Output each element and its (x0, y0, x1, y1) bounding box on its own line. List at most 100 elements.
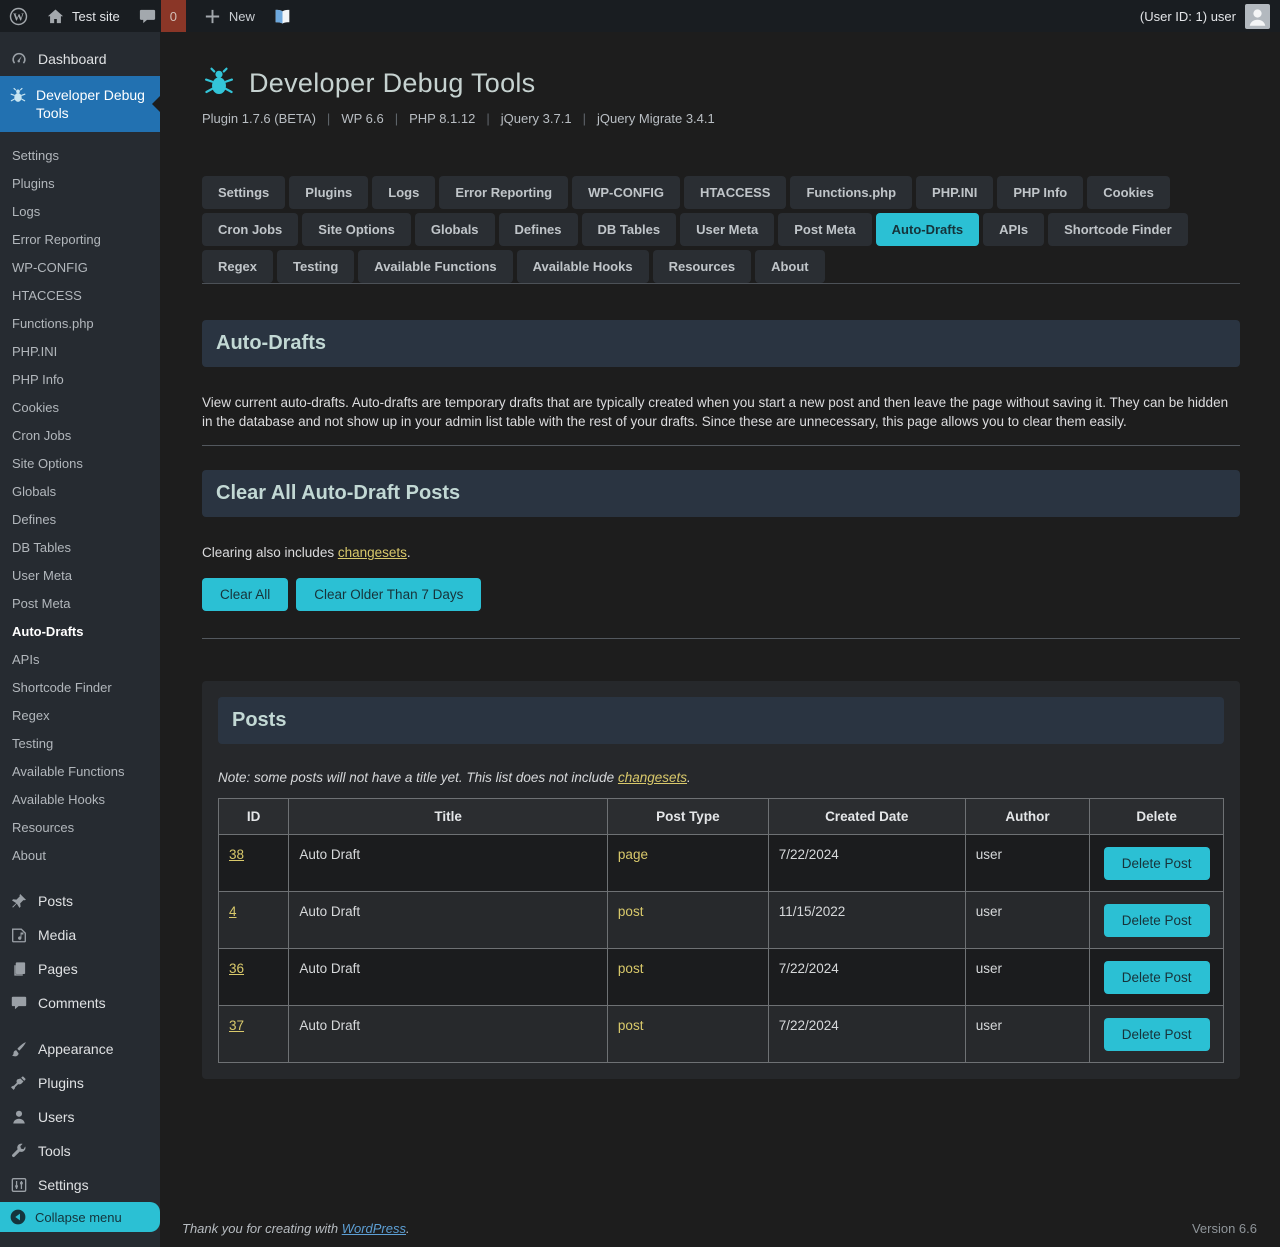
sidebar-item-settings[interactable]: Settings (0, 1168, 160, 1202)
wordpress-logo-icon: W (9, 7, 28, 26)
tab-wp-config[interactable]: WP-CONFIG (572, 176, 680, 209)
tab-htaccess[interactable]: HTACCESS (684, 176, 787, 209)
tab-available-functions[interactable]: Available Functions (358, 250, 512, 283)
submenu-item-htaccess[interactable]: HTACCESS (0, 282, 160, 310)
tab-settings[interactable]: Settings (202, 176, 285, 209)
section-heading-clear-all: Clear All Auto-Draft Posts (202, 470, 1240, 517)
site-name-link[interactable]: Test site (37, 0, 129, 32)
footer-thanks-suffix: . (406, 1221, 410, 1236)
comments-link[interactable] (129, 0, 161, 32)
tab-regex[interactable]: Regex (202, 250, 273, 283)
admin-sidebar: Dashboard Developer Debug Tools Settings… (0, 32, 160, 1247)
submenu-item-plugins[interactable]: Plugins (0, 170, 160, 198)
menu-separator (0, 1020, 160, 1032)
tab-testing[interactable]: Testing (277, 250, 354, 283)
changesets-link[interactable]: changesets (338, 545, 407, 560)
clear-older-button[interactable]: Clear Older Than 7 Days (296, 578, 481, 611)
post-id-link[interactable]: 38 (229, 847, 244, 862)
submenu-item-auto-drafts[interactable]: Auto-Drafts (0, 618, 160, 646)
tab-functions-php[interactable]: Functions.php (790, 176, 912, 209)
sidebar-item-users[interactable]: Users (0, 1100, 160, 1134)
dashboard-icon (9, 49, 29, 69)
tab-apis[interactable]: APIs (983, 213, 1044, 246)
debug-tools-adminbar-button[interactable] (264, 0, 301, 32)
submenu-item-wp-config[interactable]: WP-CONFIG (0, 254, 160, 282)
account-menu[interactable]: (User ID: 1) user (1130, 0, 1280, 32)
table-row: 38Auto Draftpage7/22/2024userDelete Post (219, 835, 1224, 892)
sidebar-item-dashboard[interactable]: Dashboard (0, 42, 160, 76)
delete-post-button[interactable]: Delete Post (1104, 847, 1210, 880)
tab-error-reporting[interactable]: Error Reporting (439, 176, 568, 209)
submenu-item-cron-jobs[interactable]: Cron Jobs (0, 422, 160, 450)
delete-post-button[interactable]: Delete Post (1104, 1018, 1210, 1051)
post-id-link[interactable]: 36 (229, 961, 244, 976)
tab-post-meta[interactable]: Post Meta (778, 213, 871, 246)
new-content-button[interactable]: New (194, 0, 264, 32)
submenu-item-regex[interactable]: Regex (0, 702, 160, 730)
submenu-item-about[interactable]: About (0, 842, 160, 870)
cell-id: 36 (219, 949, 289, 1006)
submenu-item-site-options[interactable]: Site Options (0, 450, 160, 478)
tab-cookies[interactable]: Cookies (1087, 176, 1170, 209)
submenu-item-resources[interactable]: Resources (0, 814, 160, 842)
submenu-item-error-reporting[interactable]: Error Reporting (0, 226, 160, 254)
tab-php-info[interactable]: PHP Info (997, 176, 1083, 209)
post-type-value: post (618, 904, 644, 919)
submenu-item-globals[interactable]: Globals (0, 478, 160, 506)
sidebar-item-plugins[interactable]: Plugins (0, 1066, 160, 1100)
sidebar-item-tools[interactable]: Tools (0, 1134, 160, 1168)
cell-delete: Delete Post (1090, 949, 1224, 1006)
tab-about[interactable]: About (755, 250, 825, 283)
cell-created-date: 11/15/2022 (768, 892, 965, 949)
tab-globals[interactable]: Globals (415, 213, 495, 246)
sidebar-item-pages[interactable]: Pages (0, 952, 160, 986)
submenu-item-functions-php[interactable]: Functions.php (0, 310, 160, 338)
tab-logs[interactable]: Logs (372, 176, 435, 209)
tab-db-tables[interactable]: DB Tables (582, 213, 677, 246)
changesets-link[interactable]: changesets (618, 770, 687, 785)
submenu-item-logs[interactable]: Logs (0, 198, 160, 226)
sidebar-item-appearance[interactable]: Appearance (0, 1032, 160, 1066)
submenu-item-shortcode-finder[interactable]: Shortcode Finder (0, 674, 160, 702)
submenu-item-available-hooks[interactable]: Available Hooks (0, 786, 160, 814)
submenu-item-apis[interactable]: APIs (0, 646, 160, 674)
tab-cron-jobs[interactable]: Cron Jobs (202, 213, 298, 246)
post-id-link[interactable]: 37 (229, 1018, 244, 1033)
delete-post-button[interactable]: Delete Post (1104, 904, 1210, 937)
submenu-item-db-tables[interactable]: DB Tables (0, 534, 160, 562)
submenu-item-cookies[interactable]: Cookies (0, 394, 160, 422)
tab-resources[interactable]: Resources (653, 250, 751, 283)
tab-defines[interactable]: Defines (499, 213, 578, 246)
cell-created-date: 7/22/2024 (768, 1006, 965, 1063)
tab-plugins[interactable]: Plugins (289, 176, 368, 209)
tab-available-hooks[interactable]: Available Hooks (517, 250, 649, 283)
sidebar-item-developer-debug-tools[interactable]: Developer Debug Tools (0, 76, 160, 132)
sidebar-item-posts[interactable]: Posts (0, 884, 160, 918)
tab-site-options[interactable]: Site Options (302, 213, 411, 246)
submenu-item-post-meta[interactable]: Post Meta (0, 590, 160, 618)
cell-id: 37 (219, 1006, 289, 1063)
tab-auto-drafts[interactable]: Auto-Drafts (876, 213, 980, 246)
submenu-item-testing[interactable]: Testing (0, 730, 160, 758)
submenu-item-defines[interactable]: Defines (0, 506, 160, 534)
tab-shortcode-finder[interactable]: Shortcode Finder (1048, 213, 1188, 246)
user-label: (User ID: 1) user (1140, 9, 1236, 24)
post-id-link[interactable]: 4 (229, 904, 237, 919)
submenu-item-available-functions[interactable]: Available Functions (0, 758, 160, 786)
submenu-item-php-info[interactable]: PHP Info (0, 366, 160, 394)
sidebar-item-comments[interactable]: Comments (0, 986, 160, 1020)
collapse-menu-button[interactable]: Collapse menu (0, 1202, 160, 1232)
delete-post-button[interactable]: Delete Post (1104, 961, 1210, 994)
tab-user-meta[interactable]: User Meta (680, 213, 774, 246)
sidebar-item-media[interactable]: Media (0, 918, 160, 952)
wordpress-link[interactable]: WordPress (342, 1221, 406, 1236)
footer-thanks-text: Thank you for creating with (182, 1221, 342, 1236)
submenu-item-php-ini[interactable]: PHP.INI (0, 338, 160, 366)
comment-count-badge[interactable]: 0 (161, 0, 186, 32)
tab-php-ini[interactable]: PHP.INI (916, 176, 993, 209)
wordpress-menu-button[interactable]: W (0, 0, 37, 32)
submenu-item-user-meta[interactable]: User Meta (0, 562, 160, 590)
submenu-item-settings[interactable]: Settings (0, 142, 160, 170)
clear-all-button[interactable]: Clear All (202, 578, 288, 611)
sidebar-item-label: Users (38, 1109, 75, 1125)
